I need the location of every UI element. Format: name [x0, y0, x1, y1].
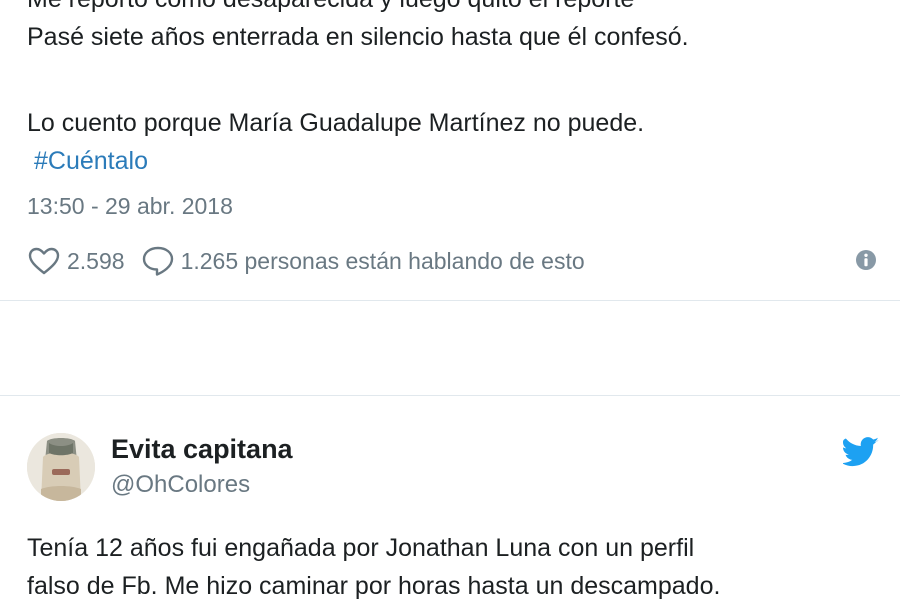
speech-bubble-icon	[141, 245, 175, 277]
tweet-body: Tenía 12 años fui engañada por Jonathan …	[27, 529, 720, 605]
tweet-timestamp[interactable]: 13:50 - 29 abr. 2018	[27, 193, 233, 220]
twitter-bird-icon[interactable]	[841, 437, 879, 467]
tweet-line: Pasé siete años enterrada en silencio ha…	[27, 23, 689, 51]
like-count: 2.598	[67, 247, 125, 274]
tweet-line: Me reportó como desaparecida y luego qui…	[27, 0, 689, 18]
tweet-body: Me reportó como desaparecida y luego qui…	[27, 0, 689, 56]
tweet-line: Lo cuento porque María Guadalupe Martíne…	[27, 109, 645, 137]
conversation-count: 1.265 personas están hablando de esto	[180, 247, 585, 274]
tweet-line: Tenía 12 años fui engañada por Jonathan …	[27, 534, 695, 562]
author-name[interactable]: Evita capitana	[111, 434, 293, 465]
tweet-body: Lo cuento porque María Guadalupe Martíne…	[27, 104, 644, 180]
hashtag-link[interactable]: #Cuéntalo	[27, 142, 644, 180]
like-button[interactable]: 2.598	[27, 246, 125, 276]
info-icon[interactable]	[855, 249, 877, 271]
divider	[0, 300, 900, 301]
divider	[0, 395, 900, 396]
heart-icon	[27, 246, 61, 276]
avatar[interactable]	[27, 433, 95, 501]
reply-button[interactable]: 1.265 personas están hablando de esto	[141, 245, 585, 277]
author-handle[interactable]: @OhColores	[111, 471, 250, 499]
tweet-actions: 2.598 1.265 personas están hablando de e…	[27, 243, 585, 279]
tweet-line: falso de Fb. Me hizo caminar por horas h…	[27, 572, 721, 600]
